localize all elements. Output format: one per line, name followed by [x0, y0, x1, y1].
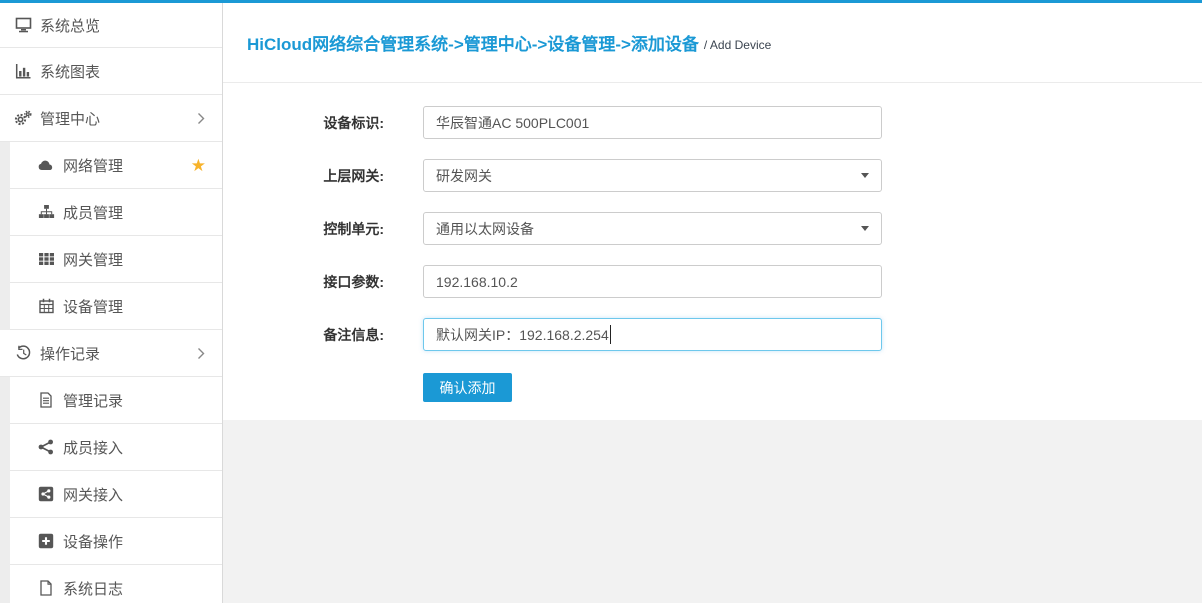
grid-icon — [37, 251, 55, 268]
text-caret — [610, 325, 611, 344]
sidebar-item-label: 管理中心 — [40, 108, 100, 129]
calendar-icon — [37, 298, 55, 315]
form-row-remark: 备注信息: 默认网关IP：192.168.2.254 — [223, 318, 1202, 351]
share-square-icon — [37, 486, 55, 503]
sidebar-item-device-management[interactable]: 设备管理 — [0, 283, 222, 330]
form-row-upper-gateway: 上层网关: 研发网关 — [223, 159, 1202, 192]
sitemap-icon — [37, 204, 55, 221]
bar-chart-icon — [14, 63, 32, 80]
add-device-form: 设备标识: 上层网关: 研发网关 控制单元: 通用以太网 — [223, 83, 1202, 420]
share-icon — [37, 439, 55, 456]
sidebar-item-label: 系统图表 — [40, 61, 100, 82]
device-id-field — [423, 106, 882, 139]
breadcrumb: HiCloud网络综合管理系统->管理中心->设备管理->添加设备 / Add … — [223, 3, 1202, 83]
control-unit-value: 通用以太网设备 — [436, 219, 534, 239]
chevron-right-icon — [197, 112, 205, 125]
sidebar-item-label: 系统日志 — [63, 578, 123, 599]
sidebar-item-label: 设备操作 — [63, 531, 123, 552]
breadcrumb-title: HiCloud网络综合管理系统->管理中心->设备管理->添加设备 — [247, 30, 699, 55]
sidebar-item-network-management[interactable]: 网络管理 ★ — [0, 142, 222, 189]
device-id-input[interactable] — [423, 106, 882, 139]
file-text-icon — [37, 392, 55, 409]
interface-params-input[interactable] — [423, 265, 882, 298]
chevron-down-icon — [861, 173, 869, 178]
breadcrumb-subtitle: / Add Device — [704, 33, 771, 52]
upper-gateway-field: 研发网关 — [423, 159, 882, 192]
plus-square-icon — [37, 533, 55, 550]
chevron-right-icon — [197, 347, 205, 360]
interface-params-field — [423, 265, 882, 298]
sidebar-item-label: 系统总览 — [40, 15, 100, 36]
sidebar-item-device-operations[interactable]: 设备操作 — [0, 518, 222, 565]
sidebar-item-label: 成员接入 — [63, 437, 123, 458]
remark-input[interactable]: 默认网关IP：192.168.2.254 — [423, 318, 882, 351]
upper-gateway-value: 研发网关 — [436, 166, 492, 186]
upper-gateway-label: 上层网关: — [223, 166, 384, 186]
sidebar-item-gateway-management[interactable]: 网关管理 — [0, 236, 222, 283]
sidebar-item-gateway-access[interactable]: 网关接入 — [0, 471, 222, 518]
sidebar: 系统总览 系统图表 管理中心 网络管理 ★ — [0, 3, 223, 603]
form-row-device-id: 设备标识: — [223, 106, 1202, 139]
sidebar-item-label: 网络管理 — [63, 155, 123, 176]
history-icon — [14, 345, 32, 362]
control-unit-label: 控制单元: — [223, 219, 384, 239]
sidebar-item-member-access[interactable]: 成员接入 — [0, 424, 222, 471]
sidebar-item-label: 网关管理 — [63, 249, 123, 270]
cloud-icon — [37, 157, 55, 174]
sidebar-item-label: 网关接入 — [63, 484, 123, 505]
sidebar-item-operation-records[interactable]: 操作记录 — [0, 330, 222, 377]
sidebar-item-system-charts[interactable]: 系统图表 — [0, 48, 222, 95]
device-id-label: 设备标识: — [223, 113, 384, 133]
sidebar-item-management-records[interactable]: 管理记录 — [0, 377, 222, 424]
main-content: HiCloud网络综合管理系统->管理中心->设备管理->添加设备 / Add … — [223, 3, 1202, 603]
control-unit-select[interactable]: 通用以太网设备 — [423, 212, 882, 245]
remark-value: 默认网关IP：192.168.2.254 — [436, 325, 609, 345]
form-row-control-unit: 控制单元: 通用以太网设备 — [223, 212, 1202, 245]
remark-field: 默认网关IP：192.168.2.254 — [423, 318, 882, 351]
sidebar-item-label: 设备管理 — [63, 296, 123, 317]
control-unit-field: 通用以太网设备 — [423, 212, 882, 245]
interface-params-label: 接口参数: — [223, 272, 384, 292]
sidebar-item-label: 成员管理 — [63, 202, 123, 223]
upper-gateway-select[interactable]: 研发网关 — [423, 159, 882, 192]
confirm-add-button[interactable]: 确认添加 — [423, 373, 512, 402]
star-icon[interactable]: ★ — [191, 157, 206, 174]
form-row-submit: 确认添加 — [223, 371, 1202, 404]
sidebar-item-system-logs[interactable]: 系统日志 — [0, 565, 222, 603]
sidebar-item-label: 操作记录 — [40, 343, 100, 364]
background-area — [223, 420, 1202, 603]
app-window: 系统总览 系统图表 管理中心 网络管理 ★ — [0, 3, 1202, 603]
file-icon — [37, 580, 55, 597]
sidebar-item-system-overview[interactable]: 系统总览 — [0, 3, 222, 48]
desktop-icon — [14, 17, 32, 34]
chevron-down-icon — [861, 226, 869, 231]
gears-icon — [14, 110, 32, 127]
form-row-interface-params: 接口参数: — [223, 265, 1202, 298]
sidebar-item-management-center[interactable]: 管理中心 — [0, 95, 222, 142]
sidebar-item-label: 管理记录 — [63, 390, 123, 411]
remark-label: 备注信息: — [223, 325, 384, 345]
sidebar-item-member-management[interactable]: 成员管理 — [0, 189, 222, 236]
